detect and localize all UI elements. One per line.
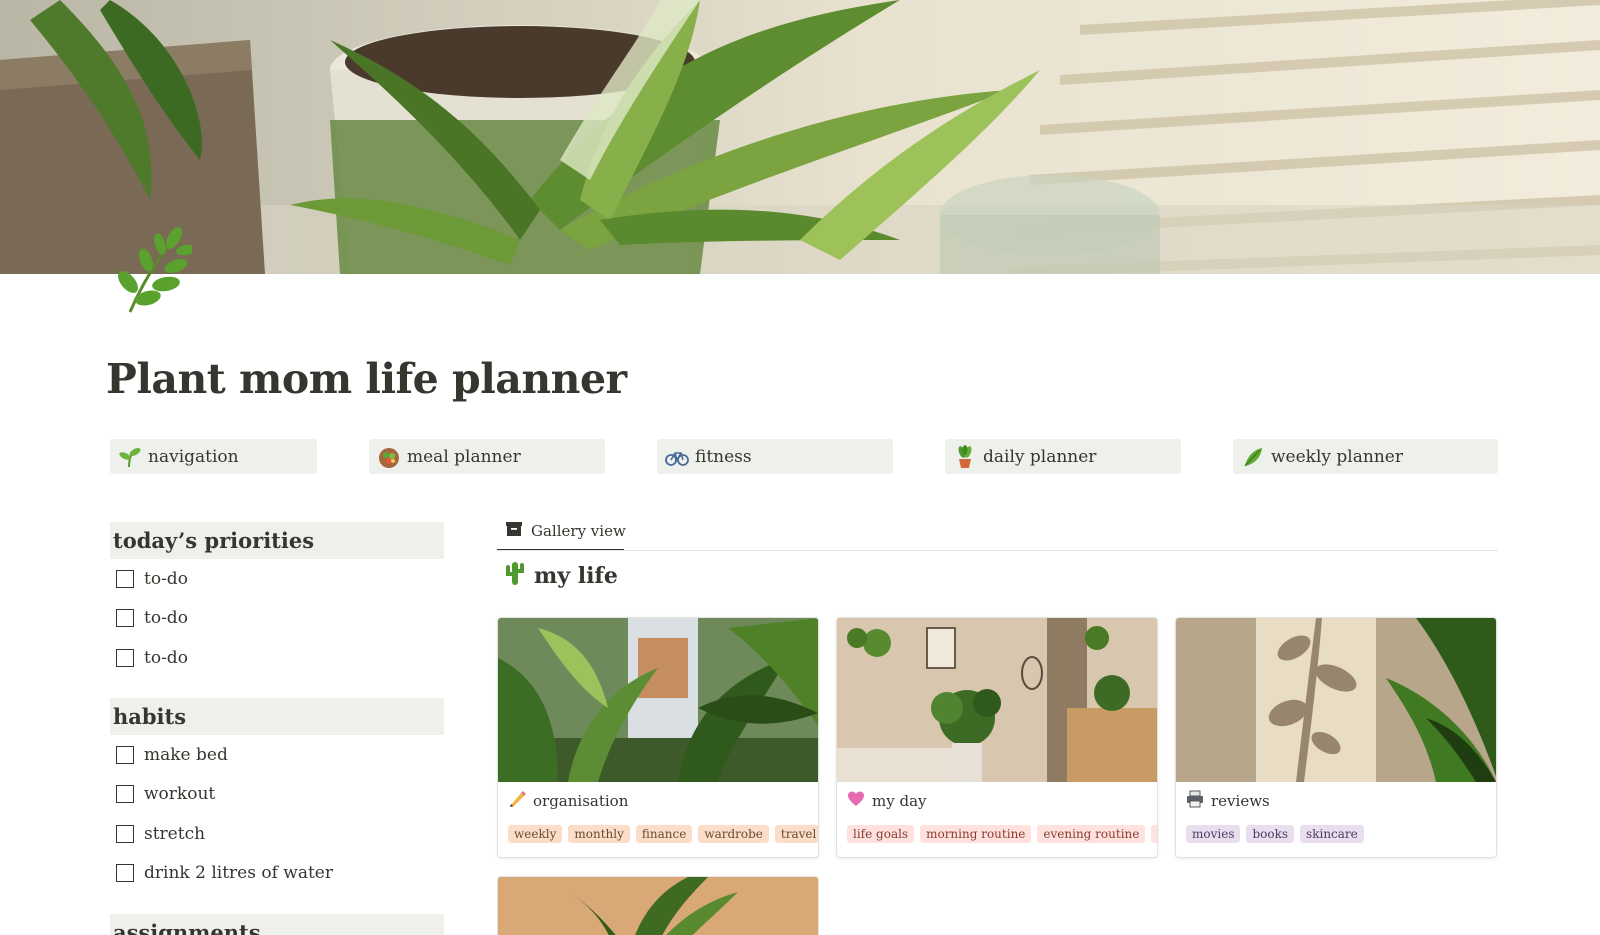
tab-label: Gallery view (531, 522, 626, 540)
bicycle-icon (665, 445, 689, 469)
tag: morning routine (920, 825, 1032, 843)
checkbox[interactable] (116, 864, 134, 882)
database-title[interactable]: my life (504, 560, 618, 592)
heart-icon (847, 790, 865, 812)
habit-item: stretch (116, 824, 205, 844)
todo-label[interactable]: to-do (144, 569, 188, 589)
card-tags: weekly monthly finance wardrobe travel (508, 825, 818, 843)
gallery-card[interactable] (497, 876, 819, 935)
nav-button-fitness[interactable]: fitness (657, 439, 893, 474)
tag: skincare (1300, 825, 1364, 843)
tab-gallery-view[interactable]: Gallery view (497, 513, 634, 549)
nav-label: meal planner (407, 446, 521, 467)
divider (497, 550, 1498, 551)
card-cover-image (498, 618, 818, 782)
gallery-card-reviews[interactable]: reviews movies books skincare (1175, 617, 1497, 858)
card-title: reviews (1186, 790, 1270, 812)
todo-label[interactable]: to-do (144, 648, 188, 668)
nav-label: fitness (695, 446, 752, 467)
tag: evening routine (1037, 825, 1146, 843)
herb-icon[interactable] (108, 224, 196, 316)
habits-heading: habits (110, 698, 444, 735)
habit-label[interactable]: drink 2 litres of water (144, 863, 333, 883)
card-cover-image (837, 618, 1157, 782)
leaf-icon (1241, 445, 1265, 469)
habit-label[interactable]: stretch (144, 824, 205, 844)
potted-plant-icon (953, 444, 977, 469)
gallery-card-my-day[interactable]: my day life goals morning routine evenin… (836, 617, 1158, 858)
tag: wardrobe (698, 825, 769, 843)
habit-label[interactable]: workout (144, 784, 215, 804)
todo-item: to-do (116, 608, 188, 628)
printer-icon (1186, 790, 1204, 812)
habit-item: drink 2 litres of water (116, 863, 333, 883)
checkbox[interactable] (116, 825, 134, 843)
checkbox[interactable] (116, 746, 134, 764)
todo-label[interactable]: to-do (144, 608, 188, 628)
nav-button-navigation[interactable]: navigation (110, 439, 317, 474)
habit-item: workout (116, 784, 215, 804)
card-tags: movies books skincare (1186, 825, 1496, 843)
card-title-label: my day (872, 792, 927, 810)
card-tags: life goals morning routine evening routi… (847, 825, 1157, 843)
archive-icon (505, 520, 523, 542)
nav-button-daily-planner[interactable]: daily planner (945, 439, 1181, 474)
priorities-heading: today’s priorities (110, 522, 444, 559)
nav-button-weekly-planner[interactable]: weekly planner (1233, 439, 1498, 474)
tag: pl (1151, 825, 1157, 843)
checkbox[interactable] (116, 785, 134, 803)
seedling-icon (118, 445, 142, 469)
tag: life goals (847, 825, 915, 843)
salad-icon (377, 445, 401, 469)
checkbox[interactable] (116, 609, 134, 627)
habit-label[interactable]: make bed (144, 745, 228, 765)
database-title-label: my life (534, 563, 618, 589)
cover-image (0, 0, 1600, 274)
card-title: my day (847, 790, 927, 812)
tag: books (1246, 825, 1295, 843)
todo-item: to-do (116, 648, 188, 668)
nav-label: weekly planner (1271, 446, 1403, 467)
nav-label: daily planner (983, 446, 1097, 467)
page-title: Plant mom life planner (106, 355, 627, 403)
checkbox[interactable] (116, 649, 134, 667)
nav-label: navigation (148, 446, 239, 467)
habit-item: make bed (116, 745, 228, 765)
card-title-label: organisation (533, 792, 629, 810)
card-cover-image (1176, 618, 1496, 782)
tag: travel (774, 825, 818, 843)
gallery-card-organisation[interactable]: organisation weekly monthly finance ward… (497, 617, 819, 858)
card-title: organisation (508, 790, 628, 812)
card-title-label: reviews (1211, 792, 1270, 810)
cactus-icon (504, 560, 526, 592)
checkbox[interactable] (116, 570, 134, 588)
tag: monthly (568, 825, 630, 843)
tag: finance (635, 825, 693, 843)
assignments-heading: assignments (110, 914, 444, 935)
nav-button-meal-planner[interactable]: meal planner (369, 439, 605, 474)
tag: weekly (508, 825, 563, 843)
pencil-icon (508, 790, 526, 812)
tag: movies (1186, 825, 1241, 843)
card-cover-image (498, 877, 818, 935)
todo-item: to-do (116, 569, 188, 589)
